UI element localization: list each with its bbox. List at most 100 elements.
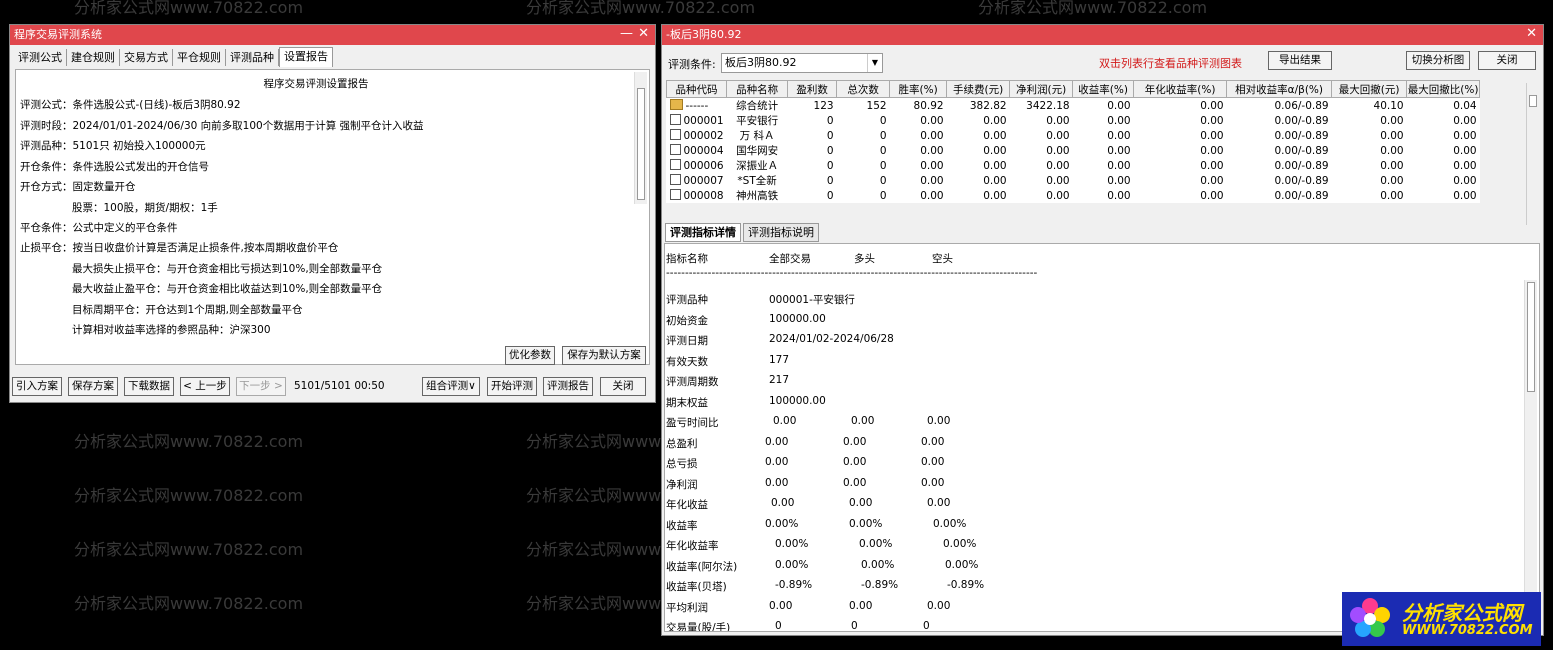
detail-value: 0.00% (859, 538, 893, 550)
checkbox-icon[interactable] (669, 129, 681, 140)
scrollbar-thumb[interactable] (637, 88, 645, 200)
report-line: 平仓条件：公式中定义的平仓条件 (20, 222, 178, 234)
detail-value: 0 (851, 620, 858, 632)
condition-select[interactable]: 板后3阴80.92 ▼ (721, 53, 883, 73)
detail-value: 0.00 (927, 599, 951, 612)
column-header[interactable]: 品种名称 (726, 80, 789, 98)
save-as-default-button[interactable]: 保存为默认方案 (562, 346, 646, 365)
symbol-code: 000008 (683, 190, 724, 202)
column-header[interactable]: 最大回撤(元) (1331, 80, 1408, 98)
checkbox-icon[interactable] (669, 159, 681, 170)
tab-trade-mode[interactable]: 交易方式 (120, 49, 173, 66)
table-row[interactable]: 000004 国华网安 0 0 0.00 0.00 0.00 0.00 0.00 0.00/-0.… (667, 143, 1480, 158)
scrollbar-thumb[interactable] (1529, 95, 1537, 107)
right-window-title: -板后3阴80.92 (666, 28, 742, 41)
watermark-text: 分析家公式网www.70822.com (978, 0, 1208, 17)
table-cell: 0 (879, 159, 887, 172)
tab-indicator-help[interactable]: 评测指标说明 (743, 223, 819, 242)
table-cell: 0 (879, 144, 887, 157)
flower-logo-icon (1350, 598, 1390, 637)
detail-value: 0 (775, 620, 782, 632)
tab-settings-report[interactable]: 设置报告 (279, 47, 333, 67)
table-row[interactable]: 000006 深振业Ａ 0 0 0.00 0.00 0.00 0.00 0.00 0.00/-0.… (667, 158, 1480, 173)
column-header[interactable]: 最大回撤比(%) (1406, 80, 1481, 98)
close-icon[interactable]: ✕ (638, 25, 649, 43)
scrollbar-thumb[interactable] (1527, 282, 1535, 392)
symbol-code: 000004 (683, 145, 724, 157)
close-button[interactable]: 关闭 (600, 377, 646, 396)
detail-value: 0.00 (849, 497, 873, 509)
symbol-code: 000001 (683, 115, 724, 127)
detail-scrollbar[interactable] (1524, 280, 1537, 631)
table-cell: 0.00 (920, 189, 944, 202)
minimize-icon[interactable]: — (620, 25, 633, 43)
tab-open-rules[interactable]: 建仓规则 (67, 49, 120, 66)
report-line: 评测品种：5101只 初始投入100000元 (20, 140, 206, 152)
detail-value: 0.00 (843, 435, 867, 448)
symbol-name-cell: 国华网安 (736, 145, 779, 157)
table-row[interactable]: 000007 *ST全新 0 0 0.00 0.00 0.00 0.00 0.00 0.00/-0… (667, 173, 1480, 188)
table-cell: 3422.18 (1026, 99, 1070, 112)
detail-separator: ----------------------------------------… (666, 267, 1038, 279)
download-data-button[interactable]: 下载数据 (124, 377, 174, 396)
tab-indicator-details[interactable]: 评测指标详情 (665, 223, 741, 242)
symbol-code-cell: ------ (667, 98, 727, 114)
detail-value: 0 (923, 620, 930, 632)
report-line: 评测公式：条件选股公式-(日线)-板后3阴80.92 (20, 99, 241, 111)
combo-test-dropdown[interactable]: 组合评测∨ (422, 377, 480, 396)
detail-value: 0.00 (927, 497, 951, 509)
column-header[interactable]: 年化收益率(%) (1133, 80, 1228, 98)
symbol-code-cell: 000007 (667, 173, 727, 188)
report-scrollbar[interactable] (634, 72, 647, 204)
close-icon[interactable]: ✕ (1526, 25, 1537, 43)
detail-value: 0.00 (921, 435, 945, 448)
detail-value: 0.00 (769, 599, 793, 612)
checkbox-icon[interactable] (669, 114, 681, 125)
checkbox-icon[interactable] (669, 174, 681, 185)
table-cell: 0.00 (920, 144, 944, 157)
detail-label: 收益率 (666, 519, 698, 532)
column-header[interactable]: 品种代码 (665, 80, 728, 98)
table-row[interactable]: ------ 综合统计 123 152 80.92 382.82 3422.18 0.00 0.… (667, 98, 1480, 114)
detail-value: 0.00 (765, 476, 789, 489)
save-scheme-button[interactable]: 保存方案 (68, 377, 118, 396)
table-row[interactable]: 000008 神州高铁 0 0 0.00 0.00 0.00 0.00 0.00 0.00/-0.… (667, 188, 1480, 203)
close-button[interactable]: 关闭 (1478, 51, 1536, 70)
detail-value: 0.00 (927, 415, 951, 427)
watermark-text: 分析家公式网www.70822.com (74, 0, 304, 17)
detail-label: 评测日期 (666, 335, 708, 347)
checkbox-icon[interactable] (669, 144, 681, 155)
column-header[interactable]: 盈利数 (787, 80, 838, 98)
prev-step-button[interactable]: < 上一步 (180, 377, 230, 396)
folder-icon (669, 99, 683, 110)
switch-chart-button[interactable]: 切换分析图 (1406, 51, 1470, 70)
table-row[interactable]: 000001 平安银行 0 0 0.00 0.00 0.00 0.00 0.00 0.00/-0.… (667, 113, 1480, 128)
table-cell: 0.00 (1046, 114, 1070, 127)
column-header[interactable]: 手续费(元) (946, 80, 1011, 98)
checkbox-icon[interactable] (669, 189, 681, 200)
column-header[interactable]: 总次数 (836, 80, 891, 98)
detail-value: 0.00% (765, 517, 799, 530)
symbol-code: 000006 (683, 160, 724, 172)
column-header[interactable]: 胜率(%) (889, 80, 948, 98)
column-header[interactable]: 净利润(元) (1009, 80, 1074, 98)
optimize-params-button[interactable]: 优化参数 (505, 346, 555, 365)
chevron-down-icon[interactable]: ▼ (867, 54, 882, 72)
report-line: 目标周期平仓：开仓达到1个周期,则全部数量平仓 (72, 304, 303, 316)
table-cell: 0.00 (1453, 159, 1477, 172)
results-scrollbar[interactable] (1526, 83, 1539, 225)
table-row[interactable]: 000002 万 科Ａ 0 0 0.00 0.00 0.00 0.00 0.00 0.00/-0.… (667, 128, 1480, 143)
symbol-name-cell: 平安银行 (736, 115, 779, 127)
tab-formula[interactable]: 评测公式 (14, 49, 67, 66)
tab-close-rules[interactable]: 平仓规则 (173, 49, 226, 66)
table-cell: 0.00 (920, 174, 944, 187)
export-results-button[interactable]: 导出结果 (1268, 51, 1332, 70)
test-report-button[interactable]: 评测报告 (543, 377, 593, 396)
detail-label: 期末权益 (666, 396, 708, 409)
start-test-button[interactable]: 开始评测 (487, 377, 537, 396)
column-header[interactable]: 收益率(%) (1072, 80, 1135, 98)
right-window-titlebar: -板后3阴80.92 ✕ (662, 25, 1543, 45)
import-scheme-button[interactable]: 引入方案 (12, 377, 62, 396)
column-header[interactable]: 相对收益率α/β(%) (1226, 80, 1333, 98)
tab-test-symbols[interactable]: 评测品种 (226, 49, 279, 66)
